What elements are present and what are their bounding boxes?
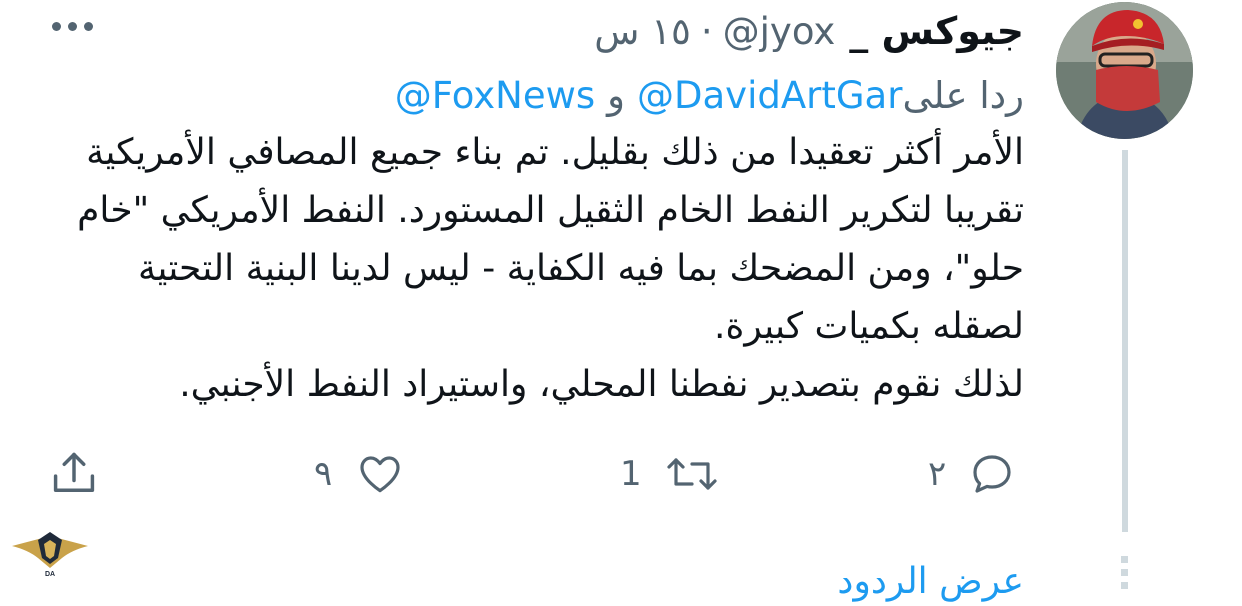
profile-photo-icon	[1056, 2, 1193, 139]
like-count: ٩	[314, 454, 333, 494]
share-button[interactable]	[48, 448, 100, 500]
tweet-paragraph: لذلك نقوم بتصدير نفطنا المحلي، واستيراد …	[179, 364, 1024, 405]
heart-icon	[360, 456, 400, 493]
reply-button[interactable]: ٢	[928, 448, 1016, 500]
retweet-button[interactable]: 1	[620, 448, 718, 500]
thread-continuation-dots	[1121, 556, 1129, 592]
more-dot-icon	[68, 21, 77, 31]
show-replies-link[interactable]: عرض الردود	[837, 558, 1024, 606]
share-icon	[53, 452, 95, 492]
mention-link[interactable]: @FoxNews	[395, 74, 595, 117]
tweet-body: الأمر أكثر تعقيدا من ذلك بقليل. تم بناء …	[64, 124, 1024, 414]
thread-line	[1122, 150, 1128, 532]
logo-initials: DA	[45, 571, 55, 578]
retweet-count: 1	[620, 454, 642, 494]
author-display-name[interactable]: جيوكس _	[849, 9, 1024, 53]
retweet-icon	[667, 458, 717, 490]
more-dot-icon	[52, 21, 61, 31]
separator-dot: ·	[700, 9, 713, 53]
arab-defense-forum-logo-icon: DA	[12, 532, 88, 578]
mention-link[interactable]: @DavidArtGar	[637, 74, 902, 117]
mention-conjunction: و	[607, 73, 626, 117]
more-dot-icon	[84, 21, 93, 31]
avatar[interactable]	[1056, 2, 1193, 139]
arab-defense-forum-logo: DA	[8, 528, 92, 590]
more-options-button[interactable]	[52, 14, 102, 38]
tweet-header: جيوكس _ @jyox · ١٥ س	[594, 6, 1024, 56]
tweet-timestamp[interactable]: ١٥ س	[594, 10, 691, 53]
author-handle[interactable]: @jyox	[723, 10, 836, 53]
reply-icon	[973, 455, 1011, 493]
tweet-paragraph: الأمر أكثر تعقيدا من ذلك بقليل. تم بناء …	[77, 132, 1024, 347]
like-button[interactable]: ٩	[314, 448, 404, 500]
replying-to: ردا على @DavidArtGar و @FoxNews	[395, 70, 1024, 120]
reply-count: ٢	[928, 454, 947, 494]
replying-to-label: ردا على	[902, 73, 1024, 117]
